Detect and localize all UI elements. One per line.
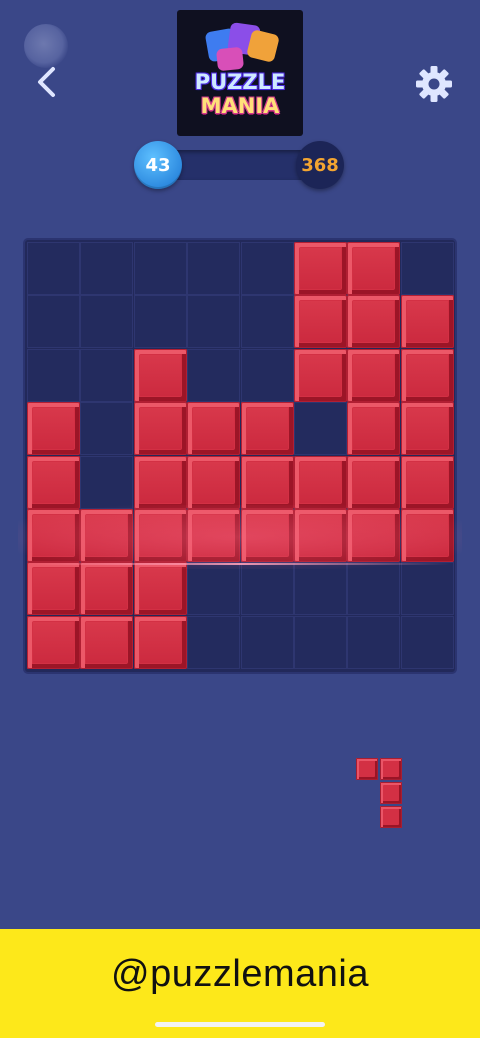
board-block <box>294 509 347 562</box>
board-cell <box>347 562 401 616</box>
board-block <box>400 348 454 402</box>
board-block <box>240 455 294 509</box>
board-cell <box>400 242 454 295</box>
tray-piece-block[interactable] <box>380 758 402 780</box>
board-cell <box>80 348 134 402</box>
board-cell <box>240 562 294 616</box>
board-cell <box>187 615 241 669</box>
board-block <box>133 509 187 562</box>
board-block <box>400 455 454 509</box>
board-cell <box>80 242 134 295</box>
tray-piece-block[interactable] <box>380 806 402 828</box>
board-cell <box>294 402 347 456</box>
back-button[interactable] <box>26 60 66 104</box>
board-block <box>27 615 80 669</box>
board-block <box>27 509 80 562</box>
home-indicator[interactable] <box>155 1022 325 1027</box>
board-block <box>400 295 454 349</box>
board-cell <box>187 295 241 349</box>
board-cell <box>400 562 454 616</box>
board-block <box>27 562 80 616</box>
board-cell <box>240 615 294 669</box>
board-block <box>133 615 187 669</box>
game-board[interactable] <box>25 240 455 672</box>
board-block <box>294 348 347 402</box>
board-block <box>240 402 294 456</box>
tray-piece-block[interactable] <box>356 758 378 780</box>
handle-banner: @puzzlemania <box>0 929 480 1020</box>
handle-text: @puzzlemania <box>111 953 369 995</box>
board-cell <box>133 295 187 349</box>
board-cell <box>27 348 80 402</box>
tray-piece-block[interactable] <box>380 782 402 804</box>
board-block <box>133 455 187 509</box>
board-block <box>347 509 401 562</box>
logo-line-2: MANIA <box>200 94 280 118</box>
board-block <box>133 348 187 402</box>
target-level-badge: 368 <box>296 141 344 189</box>
board-block <box>187 402 241 456</box>
board-block <box>400 402 454 456</box>
board-block <box>80 615 134 669</box>
logo-line-1: PUZZLE <box>194 70 286 94</box>
board-block <box>294 455 347 509</box>
board-cell <box>187 348 241 402</box>
board-block <box>187 455 241 509</box>
board-block <box>347 295 401 349</box>
board-cell <box>80 455 134 509</box>
puzzle-mania-logo: PUZZLE MANIA <box>177 10 303 136</box>
gear-icon <box>416 66 452 102</box>
board-cell <box>80 295 134 349</box>
current-level-badge: 43 <box>134 141 182 189</box>
board-block <box>294 295 347 349</box>
board-block <box>347 455 401 509</box>
board-cell <box>240 242 294 295</box>
chevron-left-icon <box>38 67 55 97</box>
game-screen: PUZZLE MANIA 43 368 @puzzlemania <box>0 0 480 1038</box>
board-block <box>400 509 454 562</box>
board-block <box>347 402 401 456</box>
board-block <box>133 402 187 456</box>
board-block <box>133 562 187 616</box>
board-block <box>27 455 80 509</box>
board-block <box>347 348 401 402</box>
board-cell <box>133 242 187 295</box>
board-block <box>240 509 294 562</box>
board-block <box>187 509 241 562</box>
board-cell <box>240 295 294 349</box>
board-block <box>80 509 134 562</box>
board-cell <box>27 242 80 295</box>
board-cell <box>240 348 294 402</box>
settings-button[interactable] <box>412 62 456 106</box>
board-cell <box>400 615 454 669</box>
board-cell <box>187 242 241 295</box>
board-block <box>294 242 347 295</box>
board-cell <box>27 295 80 349</box>
board-cell <box>294 562 347 616</box>
piece-tray <box>356 758 404 830</box>
board-cell <box>80 402 134 456</box>
board-cell <box>187 562 241 616</box>
board-cell <box>347 615 401 669</box>
board-block <box>27 402 80 456</box>
board-block <box>347 242 401 295</box>
board-block <box>80 562 134 616</box>
board-cell <box>294 615 347 669</box>
